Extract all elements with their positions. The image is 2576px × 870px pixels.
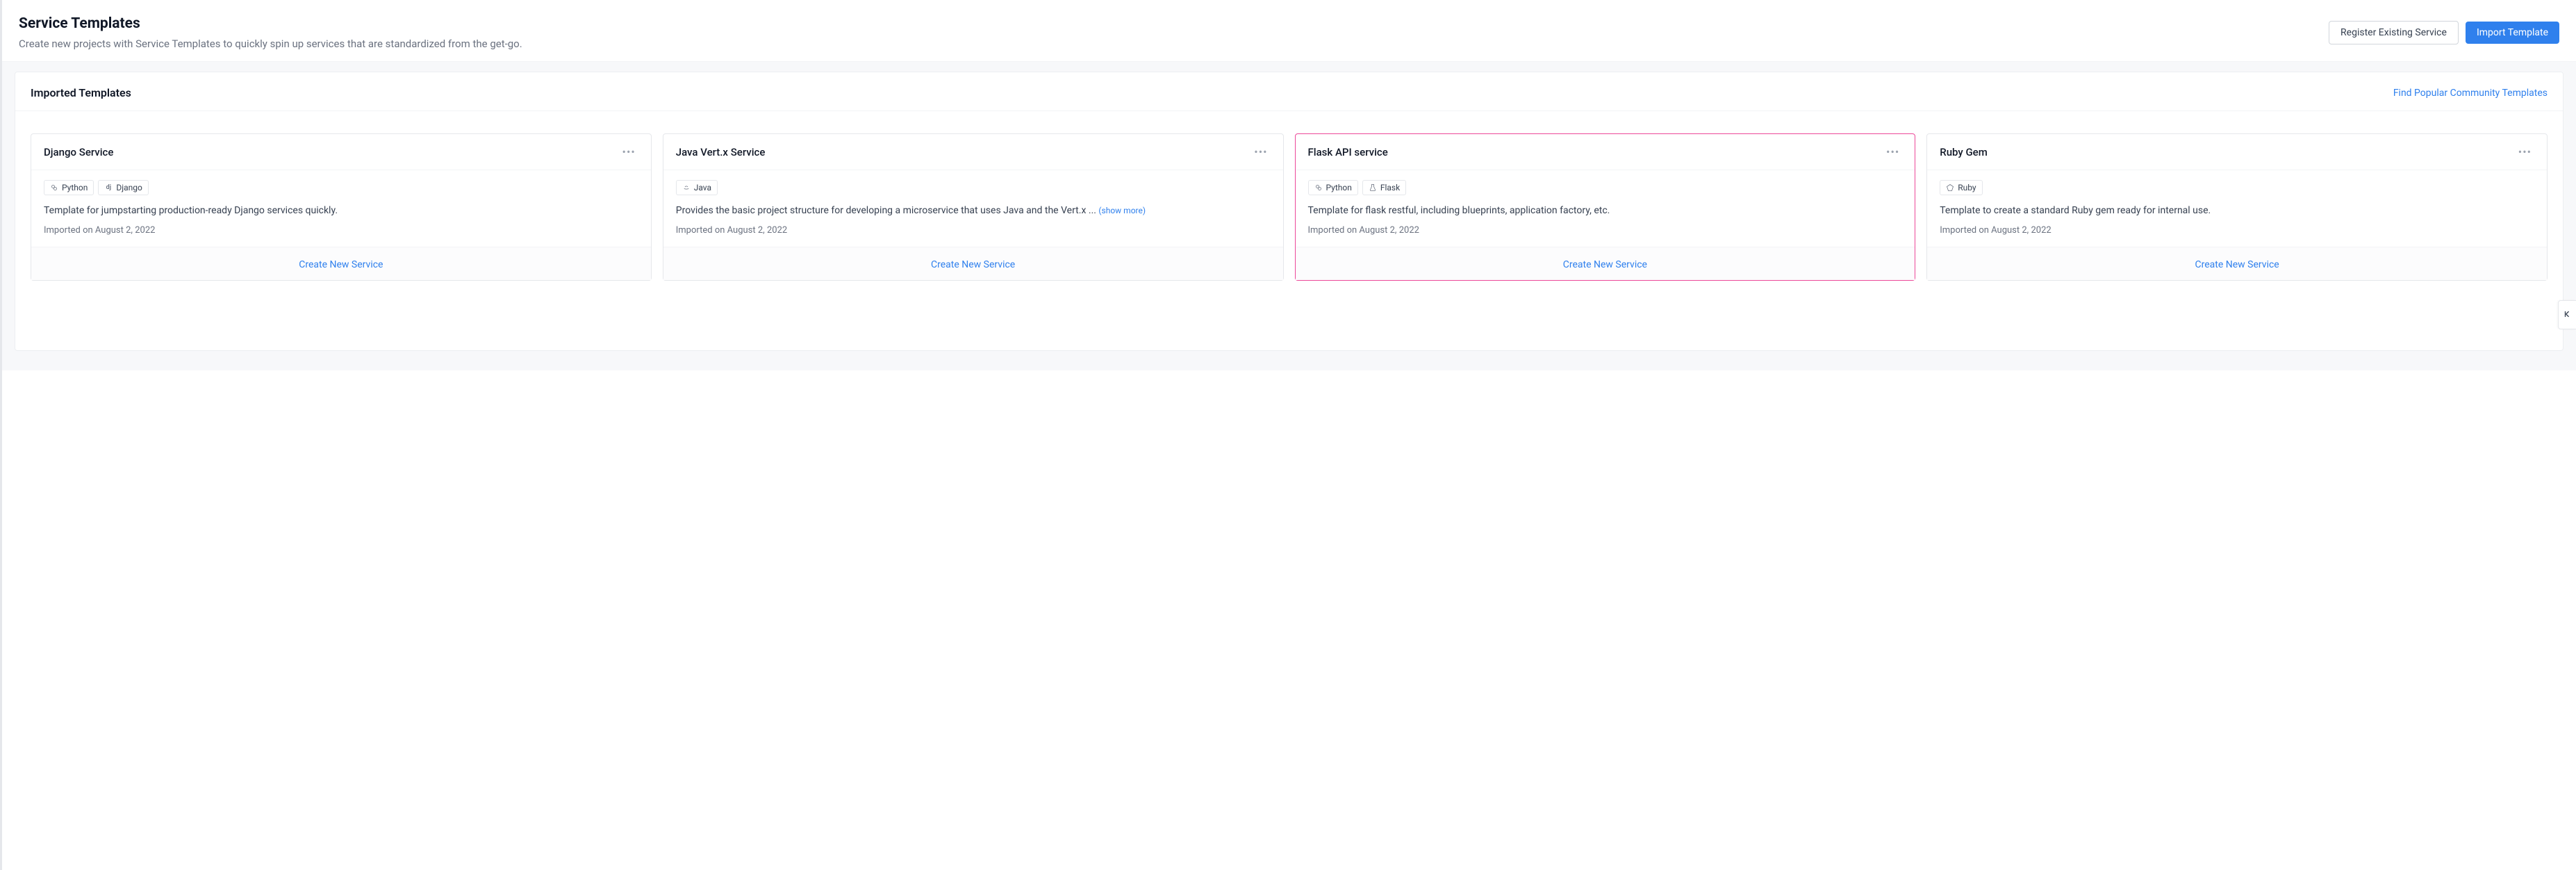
- card-description-text: Template to create a standard Ruby gem r…: [1940, 205, 2211, 216]
- tag-list: Java: [676, 180, 1271, 195]
- create-new-service-link[interactable]: Create New Service: [931, 259, 1015, 270]
- card-title: Flask API service: [1308, 146, 1388, 158]
- card-meta: Imported on August 2, 2022: [44, 225, 638, 236]
- cards-grid: Django Service ••• Python djDjango Template …: [15, 111, 2563, 350]
- tag-label: Java: [694, 183, 711, 192]
- django-icon: dj: [104, 183, 113, 192]
- card-meta: Imported on August 2, 2022: [1940, 225, 2534, 236]
- register-existing-service-button[interactable]: Register Existing Service: [2329, 21, 2459, 44]
- card-meta: Imported on August 2, 2022: [676, 225, 1271, 236]
- python-icon: [50, 183, 58, 192]
- java-icon: [682, 183, 691, 192]
- create-new-service-link[interactable]: Create New Service: [2195, 259, 2279, 270]
- card-footer: Create New Service: [1927, 247, 2547, 280]
- tag-list: Ruby: [1940, 180, 2534, 195]
- card-description: Template to create a standard Ruby gem r…: [1940, 204, 2534, 218]
- card-body: Ruby Template to create a standard Ruby g…: [1927, 170, 2547, 247]
- card-title: Django Service: [44, 146, 113, 158]
- tag-label: Ruby: [1958, 183, 1976, 192]
- card-body: Java Provides the basic project structure…: [663, 170, 1283, 247]
- template-card: Ruby Gem ••• Ruby Template to create a stan…: [1926, 133, 2548, 281]
- imported-templates-panel: Imported Templates Find Popular Communit…: [15, 72, 2563, 351]
- panel-title: Imported Templates: [31, 86, 131, 99]
- page: Service Templates Create new projects wi…: [0, 0, 2576, 870]
- find-community-templates-link[interactable]: Find Popular Community Templates: [2393, 88, 2548, 99]
- card-title: Java Vert.x Service: [676, 146, 766, 158]
- card-body: Python djDjango Template for jumpstarting …: [31, 170, 651, 247]
- tag-list: Python djDjango: [44, 180, 638, 195]
- card-menu-icon[interactable]: •••: [2516, 145, 2534, 158]
- template-card: Flask API service ••• Python Flask Template …: [1295, 133, 1916, 281]
- card-header: Django Service •••: [31, 134, 651, 170]
- tag-label: Flask: [1380, 183, 1400, 192]
- card-menu-icon[interactable]: •••: [620, 145, 638, 158]
- import-template-button[interactable]: Import Template: [2466, 22, 2559, 44]
- template-card: Django Service ••• Python djDjango Template …: [31, 133, 652, 281]
- header-actions: Register Existing Service Import Templat…: [2329, 15, 2559, 44]
- tag: Python: [44, 180, 94, 195]
- card-body: Python Flask Template for flask restful, i…: [1296, 170, 1915, 247]
- flask-icon: [1369, 183, 1377, 192]
- card-menu-icon[interactable]: •••: [1251, 145, 1270, 158]
- collapse-sidebar-tab[interactable]: [2558, 300, 2576, 329]
- tag-label: Django: [116, 183, 142, 192]
- tag: Python: [1308, 180, 1358, 195]
- card-description: Template for flask restful, including bl…: [1308, 204, 1903, 218]
- collapse-icon: [2563, 309, 2573, 322]
- page-subtitle: Create new projects with Service Templat…: [19, 38, 2329, 50]
- card-menu-icon[interactable]: •••: [1883, 145, 1902, 158]
- create-new-service-link[interactable]: Create New Service: [299, 259, 383, 270]
- content-area: Imported Templates Find Popular Communit…: [2, 62, 2576, 370]
- card-footer: Create New Service: [31, 247, 651, 280]
- card-meta: Imported on August 2, 2022: [1308, 225, 1903, 236]
- tag-label: Python: [62, 183, 88, 192]
- tag-list: Python Flask: [1308, 180, 1903, 195]
- page-title: Service Templates: [19, 15, 2329, 32]
- card-description-text: Template for flask restful, including bl…: [1308, 205, 1610, 216]
- tag: Java: [676, 180, 718, 195]
- tag: djDjango: [98, 180, 148, 195]
- page-header: Service Templates Create new projects wi…: [2, 0, 2576, 62]
- card-title: Ruby Gem: [1940, 146, 1988, 158]
- card-description-text: Template for jumpstarting production-rea…: [44, 205, 338, 216]
- card-header: Java Vert.x Service •••: [663, 134, 1283, 170]
- tag: Flask: [1362, 180, 1406, 195]
- create-new-service-link[interactable]: Create New Service: [1563, 259, 1647, 270]
- python-icon: [1314, 183, 1323, 192]
- card-header: Ruby Gem •••: [1927, 134, 2547, 170]
- tag-label: Python: [1326, 183, 1352, 192]
- header-text-block: Service Templates Create new projects wi…: [19, 15, 2329, 50]
- tag: Ruby: [1940, 180, 1982, 195]
- card-description-text: Provides the basic project structure for…: [676, 205, 1099, 216]
- panel-header: Imported Templates Find Popular Communit…: [15, 72, 2563, 111]
- show-more-link[interactable]: (show more): [1098, 206, 1146, 215]
- card-description: Provides the basic project structure for…: [676, 204, 1271, 218]
- card-header: Flask API service •••: [1296, 134, 1915, 170]
- card-footer: Create New Service: [663, 247, 1283, 280]
- ruby-icon: [1946, 183, 1954, 192]
- card-footer: Create New Service: [1296, 247, 1915, 280]
- template-card: Java Vert.x Service ••• Java Provides the b…: [663, 133, 1284, 281]
- card-description: Template for jumpstarting production-rea…: [44, 204, 638, 218]
